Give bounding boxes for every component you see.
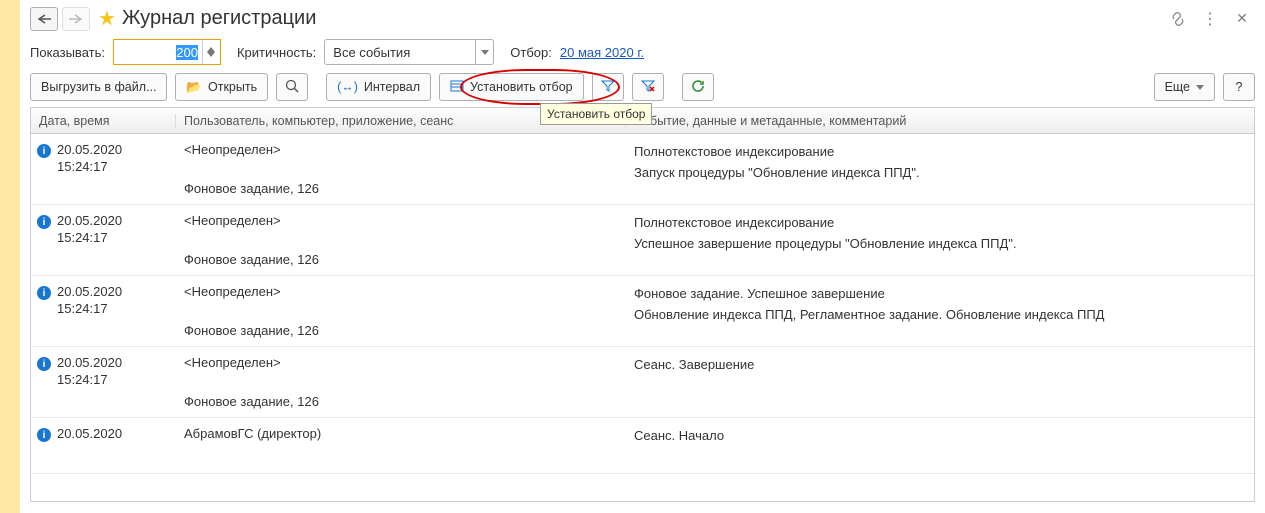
row-date: 20.05.2020 — [57, 213, 122, 230]
info-icon: i — [37, 428, 51, 442]
nav-back-button[interactable] — [30, 7, 58, 31]
set-filter-label: Установить отбор — [470, 80, 573, 94]
open-label: Открыть — [208, 80, 257, 94]
close-icon[interactable]: ✕ — [1233, 10, 1251, 28]
criticality-dropdown-icon[interactable] — [475, 40, 493, 64]
row-date: 20.05.2020 — [57, 142, 122, 159]
criticality-label: Критичность: — [237, 45, 316, 60]
interval-icon: (↔) — [337, 80, 358, 94]
table-row[interactable]: i 20.05.202015:24:17 <Неопределен> Фоновое … — [31, 134, 1254, 205]
open-button[interactable]: 📂 Открыть — [175, 73, 268, 101]
row-event-1: Сеанс. Начало — [634, 426, 1254, 447]
favorite-star-icon[interactable]: ★ — [98, 6, 116, 31]
page-title: Журнал регистрации — [122, 7, 316, 30]
row-event-1: Полнотекстовое индексирование — [634, 213, 1254, 234]
help-button[interactable]: ? — [1223, 73, 1255, 101]
row-event-1: Полнотекстовое индексирование — [634, 142, 1254, 163]
left-sidebar-strip — [0, 0, 20, 513]
chevron-down-icon — [1196, 85, 1204, 90]
table-row[interactable]: i 20.05.202015:24:17 <Неопределен> Фоновое … — [31, 347, 1254, 418]
row-time: 15:24:17 — [57, 301, 122, 318]
row-user: <Неопределен> — [184, 142, 626, 157]
row-session: Фоновое задание, 126 — [184, 181, 626, 196]
help-label: ? — [1236, 80, 1243, 94]
show-count-spinner[interactable] — [202, 40, 220, 64]
criticality-value: Все события — [325, 45, 475, 60]
more-button[interactable]: Еще — [1154, 73, 1215, 101]
refresh-icon — [691, 79, 705, 96]
link-icon[interactable] — [1169, 10, 1187, 28]
table-row[interactable]: i 20.05.2020 АбрамовГС (директор) Сеанс. На… — [31, 418, 1254, 474]
refresh-button[interactable] — [682, 73, 714, 101]
col-datetime[interactable]: Дата, время — [31, 114, 176, 128]
row-date: 20.05.2020 — [57, 284, 122, 301]
row-user: <Неопределен> — [184, 213, 626, 228]
more-label: Еще — [1165, 80, 1190, 94]
info-icon: i — [37, 286, 51, 300]
funnel-icon — [601, 80, 615, 95]
row-user: <Неопределен> — [184, 284, 626, 299]
col-event[interactable]: Событие, данные и метаданные, комментари… — [626, 114, 1254, 128]
kebab-menu-icon[interactable]: ⋮ — [1201, 10, 1219, 28]
table-row[interactable]: i 20.05.202015:24:17 <Неопределен> Фоновое … — [31, 205, 1254, 276]
filter-row: Показывать: Критичность: Все события Отб… — [30, 39, 1255, 73]
tooltip: Установить отбор — [540, 103, 652, 125]
selection-label: Отбор: — [510, 45, 552, 60]
row-time: 15:24:17 — [57, 230, 122, 247]
export-button[interactable]: Выгрузить в файл... — [30, 73, 167, 101]
info-icon: i — [37, 215, 51, 229]
row-event-2: Успешное завершение процедуры "Обновлени… — [634, 234, 1254, 255]
row-time: 15:24:17 — [57, 372, 122, 389]
row-event-1: Сеанс. Завершение — [634, 355, 1254, 376]
set-filter-button[interactable]: Установить отбор — [439, 73, 584, 101]
row-date: 20.05.2020 — [57, 426, 122, 443]
filter-by-value-button[interactable] — [592, 73, 624, 101]
selection-link[interactable]: 20 мая 2020 г. — [560, 45, 644, 60]
interval-label: Интервал — [364, 80, 420, 94]
filter-form-icon — [450, 80, 464, 95]
row-user: АбрамовГС (директор) — [184, 426, 626, 441]
row-session: Фоновое задание, 126 — [184, 323, 626, 338]
info-icon: i — [37, 357, 51, 371]
row-session: Фоновое задание, 126 — [184, 252, 626, 267]
funnel-clear-icon — [641, 80, 655, 95]
row-user: <Неопределен> — [184, 355, 626, 370]
show-count-input-wrap — [113, 39, 221, 65]
show-label: Показывать: — [30, 45, 105, 60]
clear-filter-button[interactable] — [632, 73, 664, 101]
row-event-2: Обновление индекса ППД, Регламентное зад… — [634, 305, 1254, 326]
interval-button[interactable]: (↔) Интервал — [326, 73, 431, 101]
folder-icon: 📂 — [186, 80, 202, 95]
nav-forward-button[interactable] — [62, 7, 90, 31]
info-icon: i — [37, 144, 51, 158]
export-label: Выгрузить в файл... — [41, 80, 156, 94]
row-time: 15:24:17 — [57, 159, 122, 176]
magnifier-icon — [285, 79, 299, 96]
row-date: 20.05.2020 — [57, 355, 122, 372]
show-count-input[interactable] — [114, 40, 202, 64]
table-row[interactable]: i 20.05.202015:24:17 <Неопределен> Фоновое … — [31, 276, 1254, 347]
row-session: Фоновое задание, 126 — [184, 394, 626, 409]
table-body: i20.05.202015:24:17<Неопределен>Фоновое … — [31, 134, 1254, 474]
row-event-2: Запуск процедуры "Обновление индекса ППД… — [634, 163, 1254, 184]
row-event-1: Фоновое задание. Успешное завершение — [634, 284, 1254, 305]
event-table: Дата, время Пользователь, компьютер, при… — [30, 107, 1255, 502]
toolbar: Выгрузить в файл... 📂 Открыть (↔) Интерв… — [30, 73, 1255, 107]
header-row: ★ Журнал регистрации ⋮ ✕ — [30, 0, 1255, 39]
criticality-select[interactable]: Все события — [324, 39, 494, 65]
search-button[interactable] — [276, 73, 308, 101]
